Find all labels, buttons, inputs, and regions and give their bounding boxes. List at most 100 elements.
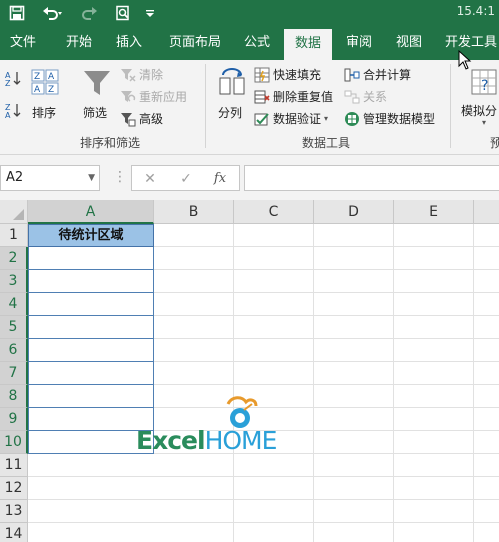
row-header[interactable]: 8	[0, 385, 28, 408]
gridline	[233, 224, 234, 542]
cell-a4[interactable]	[28, 293, 154, 316]
remove-duplicates-icon	[254, 89, 270, 105]
data-tools-group-label: 数据工具	[301, 136, 350, 150]
row-header[interactable]: 11	[0, 454, 28, 477]
tab-page-layout[interactable]: 页面布局	[160, 26, 230, 60]
title-bar: 15.4:1	[0, 0, 499, 26]
filter-button[interactable]: 筛选	[80, 66, 114, 126]
svg-text:?: ?	[481, 78, 488, 94]
excelhome-watermark: ExcelHOME	[136, 396, 286, 460]
svg-text:A: A	[5, 111, 11, 118]
column-header-e[interactable]: E	[394, 200, 474, 224]
sort-ascending-button[interactable]: AZ	[5, 70, 21, 88]
reapply-label: 重新应用	[139, 90, 188, 104]
column-header-b[interactable]: B	[154, 200, 234, 224]
select-all-button[interactable]	[0, 200, 28, 224]
row-header[interactable]: 2	[0, 247, 28, 270]
column-header-a[interactable]: A	[28, 200, 154, 224]
text-to-columns-icon	[217, 68, 247, 98]
cancel-icon[interactable]: ✕	[140, 169, 160, 189]
reapply-button[interactable]: 重新应用	[120, 88, 187, 105]
svg-text:A: A	[48, 72, 55, 82]
tab-insert[interactable]: 插入	[108, 26, 150, 60]
undo-icon[interactable]	[38, 3, 68, 23]
svg-text:A: A	[34, 85, 41, 95]
tab-home[interactable]: 开始	[58, 26, 100, 60]
tab-formulas[interactable]: 公式	[236, 26, 278, 60]
formula-input[interactable]	[244, 165, 499, 191]
flash-fill-label: 快速填充	[273, 68, 322, 82]
worksheet-grid[interactable]: A B C D E 1 2 3 4 5 6 7 8 9 10 11 12 13 …	[0, 200, 499, 542]
row-header[interactable]: 4	[0, 293, 28, 316]
cell-a2[interactable]	[28, 247, 154, 270]
gridline	[313, 224, 314, 542]
svg-text:Z: Z	[34, 72, 40, 82]
name-box[interactable]: A2 ▼	[0, 165, 100, 191]
tab-data[interactable]: 数据	[284, 29, 332, 60]
row-header[interactable]: 1	[0, 224, 28, 247]
formula-buttons: ✕ ✓ fx	[131, 165, 240, 191]
row-header[interactable]: 5	[0, 316, 28, 339]
cell-a5[interactable]	[28, 316, 154, 339]
cell-a6[interactable]	[28, 339, 154, 362]
column-header-f[interactable]	[474, 200, 499, 224]
name-box-dropdown-icon[interactable]: ▼	[88, 166, 95, 190]
cell-a1[interactable]: 待统计区域	[28, 224, 154, 247]
advanced-filter-icon	[120, 111, 136, 127]
consolidate-button[interactable]: 合并计算	[344, 66, 411, 83]
insert-function-icon[interactable]: fx	[210, 169, 230, 189]
data-validation-icon	[254, 111, 270, 127]
logo-part-home: HOME	[204, 426, 278, 455]
excelhome-logo-text: ExcelHOME	[136, 426, 278, 455]
column-header-d[interactable]: D	[314, 200, 394, 224]
cell-a3[interactable]	[28, 270, 154, 293]
formula-bar: A2 ▼ ⋮ ✕ ✓ fx	[0, 155, 499, 200]
save-icon[interactable]	[6, 3, 28, 23]
row-header[interactable]: 3	[0, 270, 28, 293]
clear-filter-button[interactable]: 清除	[120, 66, 163, 83]
redo-icon[interactable]	[76, 3, 106, 23]
enter-icon[interactable]: ✓	[176, 169, 196, 189]
tab-review[interactable]: 审阅	[338, 26, 380, 60]
print-preview-icon[interactable]	[112, 3, 134, 23]
sort-filter-group-label: 排序和筛选	[79, 136, 140, 150]
tab-file[interactable]: 文件	[2, 26, 44, 60]
gridline	[28, 522, 499, 523]
relationships-icon	[344, 89, 360, 105]
ribbon-tab-bar: 文件 开始 插入 页面布局 公式 数据 审阅 视图 开发工具	[0, 26, 499, 60]
data-validation-label: 数据验证	[273, 112, 322, 126]
customize-toolbar-icon[interactable]	[142, 3, 158, 23]
advanced-label: 高级	[139, 112, 164, 126]
what-if-dropdown-icon: ▾	[482, 118, 487, 127]
relationships-button[interactable]: 关系	[344, 88, 387, 105]
row-header[interactable]: 13	[0, 500, 28, 523]
sort-descending-button[interactable]: ZA	[5, 102, 21, 120]
flash-fill-icon	[254, 67, 270, 83]
row-header[interactable]: 12	[0, 477, 28, 500]
row-header[interactable]: 7	[0, 362, 28, 385]
forecast-group-label: 预	[490, 136, 499, 150]
sort-button[interactable]: ZAAZ 排序	[29, 66, 61, 126]
filter-funnel-icon	[82, 68, 112, 98]
data-validation-dropdown-icon[interactable]: ▾	[324, 114, 328, 123]
reapply-icon	[120, 89, 136, 105]
row-header[interactable]: 14	[0, 523, 28, 542]
text-to-columns-button[interactable]: 分列	[214, 66, 250, 126]
filter-label: 筛选	[83, 106, 108, 120]
tab-view[interactable]: 视图	[388, 26, 430, 60]
what-if-analysis-button[interactable]: ? 模拟分 ▾	[458, 66, 499, 132]
manage-data-model-button[interactable]: 管理数据模型	[344, 110, 435, 127]
row-header[interactable]: 9	[0, 408, 28, 431]
cell-a7[interactable]	[28, 362, 154, 385]
flash-fill-button[interactable]: 快速填充	[254, 66, 321, 83]
gridline	[28, 499, 499, 500]
advanced-filter-button[interactable]: 高级	[120, 110, 163, 127]
row-header[interactable]: 10	[0, 431, 28, 454]
what-if-label: 模拟分	[461, 104, 498, 118]
column-header-c[interactable]: C	[234, 200, 314, 224]
data-validation-button[interactable]: 数据验证 ▾	[254, 110, 328, 127]
remove-duplicates-label: 删除重复值	[273, 90, 334, 104]
remove-duplicates-button[interactable]: 删除重复值	[254, 88, 333, 105]
gridline	[28, 476, 499, 477]
row-header[interactable]: 6	[0, 339, 28, 362]
